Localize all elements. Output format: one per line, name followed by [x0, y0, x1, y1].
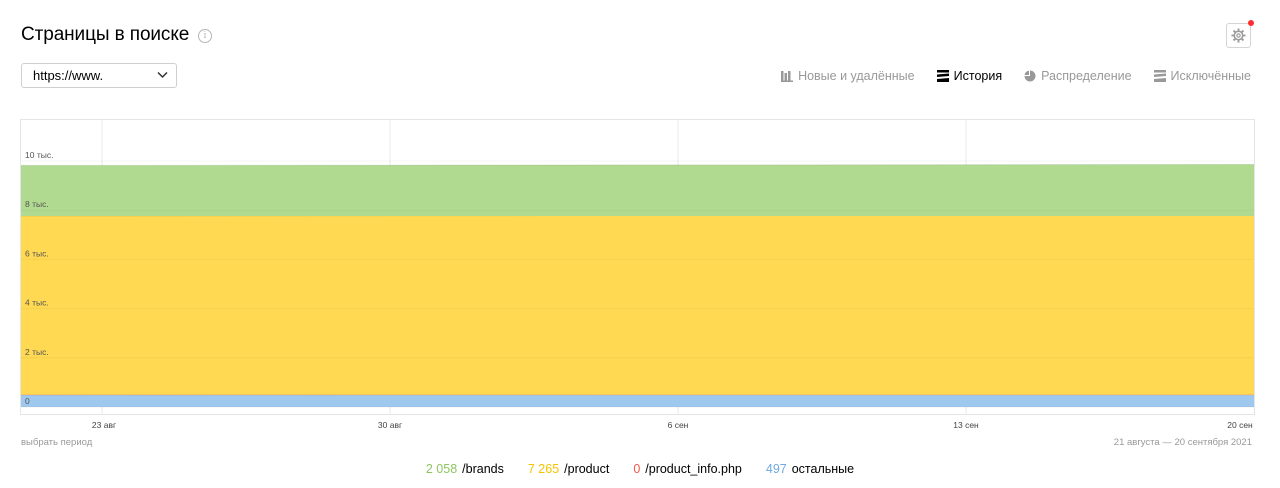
tab-distribution[interactable]: Распределение [1024, 69, 1132, 83]
page-title: Страницы в поиске [21, 24, 190, 45]
legend-label: /product_info.php [645, 462, 742, 476]
x-tick-label: 30 авг [378, 420, 402, 430]
pie-icon [1024, 70, 1036, 82]
x-tick-label: 13 сен [953, 420, 979, 430]
tab-label: Исключённые [1170, 69, 1251, 83]
y-tick-label: 10 тыс. [25, 150, 53, 160]
y-tick-label: 2 тыс. [25, 347, 49, 357]
tab-label: Новые и удалённые [798, 69, 915, 83]
legend-value: 2 058 [425, 462, 458, 476]
info-icon[interactable]: i [198, 29, 212, 43]
legend-item-other[interactable]: 497 остальные [766, 462, 854, 476]
select-period-link[interactable]: выбрать период [21, 437, 92, 448]
y-tick-label: 0 [25, 396, 30, 406]
legend-item-product[interactable]: 7 265 /product [528, 462, 609, 476]
legend-value: 7 265 [527, 462, 560, 476]
series-area [21, 215, 1254, 395]
tab-excluded[interactable]: Исключённые [1153, 69, 1251, 83]
tab-label: История [953, 69, 1003, 83]
legend-item-product-info[interactable]: 0 /product_info.php [633, 462, 742, 476]
legend-value: 0 [633, 462, 641, 476]
bars-icon [781, 71, 794, 82]
site-select-value: https://www. [33, 68, 104, 83]
stacked-layers-icon [936, 70, 949, 82]
legend-item-brands[interactable]: 2 058 /brands [426, 462, 504, 476]
series-area [21, 164, 1254, 217]
stacked-layers-icon [1153, 70, 1166, 82]
series-area [21, 393, 1254, 407]
gear-icon [1231, 28, 1246, 43]
period-range: 21 августа — 20 сентября 2021 [1113, 437, 1252, 448]
tab-new-removed[interactable]: Новые и удалённые [781, 69, 915, 83]
y-tick-label: 4 тыс. [25, 298, 49, 308]
site-select[interactable]: https://www. [21, 63, 177, 88]
tab-history[interactable]: История [936, 69, 1003, 83]
settings-button[interactable] [1226, 23, 1251, 48]
legend-value: 497 [765, 462, 787, 476]
legend-label: остальные [791, 462, 855, 476]
history-chart[interactable]: 0 2 тыс. 4 тыс. 6 тыс. 8 тыс. 10 тыс. [20, 119, 1255, 415]
x-axis: 23 авг 30 авг 6 сен 13 сен 20 сен [92, 420, 1253, 430]
history-chart-svg: 0 2 тыс. 4 тыс. 6 тыс. 8 тыс. 10 тыс. [20, 120, 1255, 414]
view-tabs: Новые и удалённые История Распределение … [781, 69, 1251, 83]
chart-legend: 2 058 /brands 7 265 /product 0 /product_… [0, 462, 1280, 476]
chevron-down-icon [157, 71, 168, 79]
notification-dot [1248, 20, 1254, 26]
legend-label: /product [564, 462, 610, 476]
y-tick-label: 8 тыс. [25, 199, 49, 209]
x-tick-label: 6 сен [668, 420, 689, 430]
x-tick-label: 20 сен [1227, 420, 1253, 430]
y-tick-label: 6 тыс. [25, 248, 49, 258]
x-tick-label: 23 авг [92, 420, 116, 430]
tab-label: Распределение [1041, 69, 1132, 83]
legend-label: /brands [462, 462, 504, 476]
